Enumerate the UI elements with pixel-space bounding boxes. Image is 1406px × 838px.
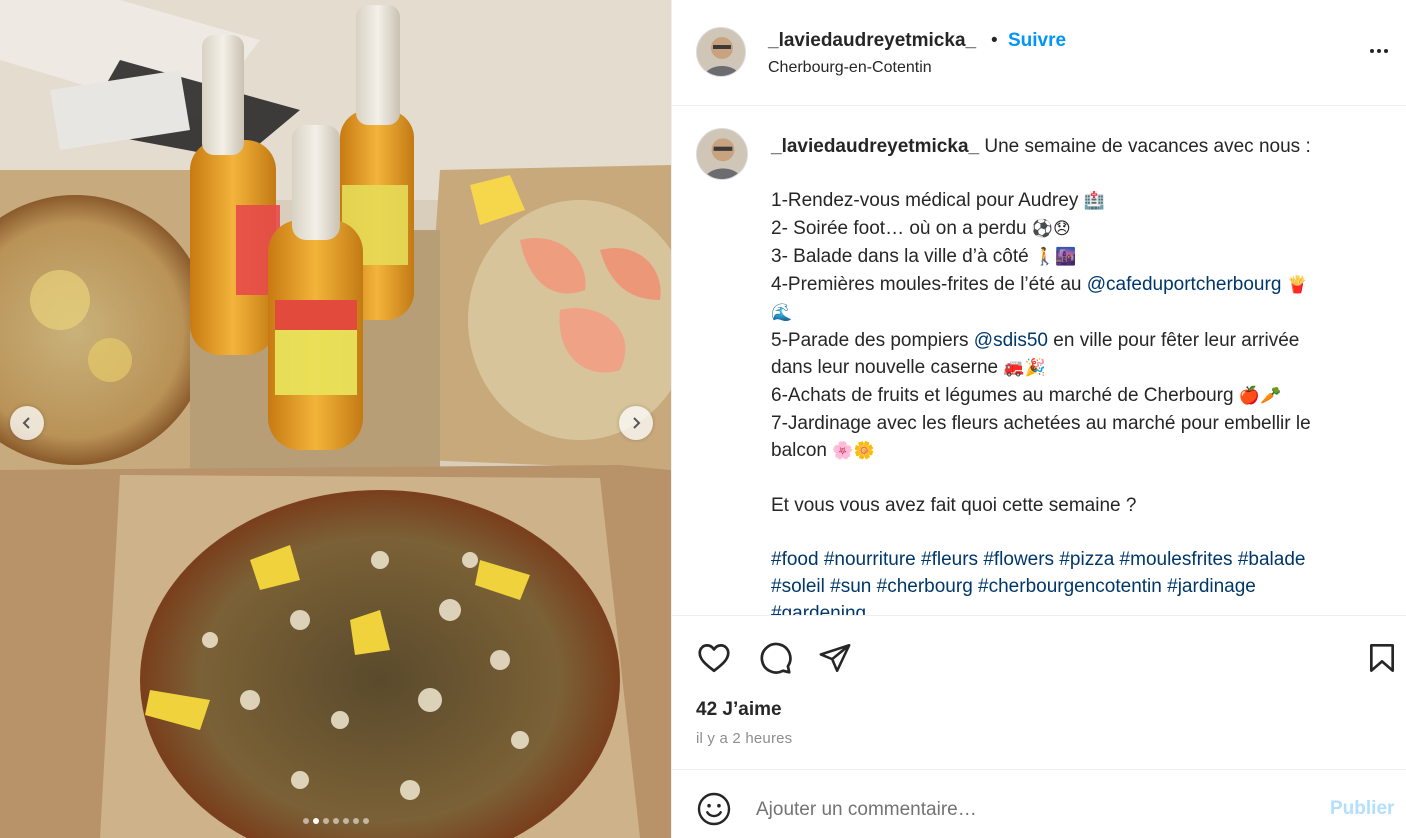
- hashtag-link[interactable]: #sun: [830, 576, 871, 597]
- carousel-dot: [342, 818, 349, 824]
- hashtag-link[interactable]: #cherbourg: [877, 576, 973, 597]
- flowers-emoji: 🌸🌼: [832, 441, 875, 461]
- caption-line-7b: balcon: [771, 440, 827, 461]
- caption-line-4: 4-Premières moules-frites de l’été au: [771, 274, 1082, 295]
- avatar-image: [697, 28, 745, 76]
- carousel-dot: [302, 818, 309, 824]
- post-location[interactable]: Cherbourg-en-Cotentin: [768, 59, 932, 77]
- emoji-picker-button[interactable]: [696, 791, 732, 827]
- comment-button[interactable]: [755, 638, 795, 678]
- hashtag-link[interactable]: #soleil: [771, 576, 825, 597]
- previous-photo-button[interactable]: [10, 406, 44, 440]
- hashtag-link[interactable]: #cherbourgencotentin: [978, 576, 1162, 597]
- follow-button[interactable]: Suivre: [1008, 30, 1066, 52]
- mention-link[interactable]: @sdis50: [974, 330, 1048, 351]
- hashtags-line-2: #soleil #sun #cherbourg #cherbourgencote…: [771, 573, 1381, 600]
- post-photo: [0, 0, 671, 838]
- carousel-dot: [332, 818, 339, 824]
- post-caption: _laviedaudreyetmicka_ Une semaine de vac…: [771, 133, 1381, 615]
- avatar-image: [697, 129, 747, 179]
- share-icon: [819, 643, 851, 673]
- hospital-emoji: 🏥: [1083, 191, 1105, 211]
- carousel-indicator: [0, 818, 671, 824]
- hashtag-link[interactable]: #fleurs: [921, 549, 978, 570]
- post-details-panel: _laviedaudreyetmicka_ • Suivre Cherbourg…: [671, 0, 1406, 838]
- caption-question: Et vous vous avez fait quoi cette semain…: [771, 495, 1137, 516]
- caption-line-7: 7-Jardinage avec les fleurs achetées au …: [771, 413, 1311, 434]
- next-photo-button[interactable]: [619, 406, 653, 440]
- post-actions: 42 J’aime il y a 2 heures: [672, 615, 1406, 770]
- hashtag-link[interactable]: #jardinage: [1167, 576, 1256, 597]
- save-button[interactable]: [1362, 638, 1402, 678]
- caption-line-5b: dans leur nouvelle caserne: [771, 357, 999, 378]
- smiley-icon: [697, 792, 731, 826]
- hashtag-link[interactable]: #pizza: [1059, 549, 1114, 570]
- author-avatar[interactable]: [696, 27, 746, 77]
- bookmark-icon: [1370, 644, 1394, 672]
- caption-line-1: 1-Rendez-vous médical pour Audrey: [771, 190, 1079, 211]
- football-sad-emoji: ⚽😞: [1031, 219, 1071, 239]
- firetruck-party-emoji: 🚒🎉: [1003, 358, 1046, 378]
- separator-dot: •: [991, 30, 998, 51]
- more-dots-icon: [1370, 49, 1374, 53]
- hashtag-link[interactable]: #flowers: [983, 549, 1054, 570]
- carousel-dot: [322, 818, 329, 824]
- heart-icon: [698, 644, 730, 673]
- wave-emoji: 🌊: [771, 303, 793, 323]
- like-button[interactable]: [694, 638, 734, 678]
- caption-line-2: 2- Soirée foot… où on a perdu: [771, 218, 1027, 239]
- caption-username[interactable]: _laviedaudreyetmicka_: [771, 136, 979, 157]
- more-options-button[interactable]: [1364, 40, 1394, 62]
- chevron-left-icon: [22, 417, 30, 429]
- post-header: _laviedaudreyetmicka_ • Suivre Cherbourg…: [672, 0, 1406, 106]
- carousel-dot-active: [312, 818, 319, 824]
- post-media[interactable]: [0, 0, 671, 838]
- walk-city-emoji: 🚶🌆: [1034, 247, 1077, 267]
- hashtag-link[interactable]: #moulesfrites: [1120, 549, 1233, 570]
- comments-section[interactable]: _laviedaudreyetmicka_ Une semaine de vac…: [672, 107, 1406, 615]
- like-count[interactable]: 42 J’aime: [696, 699, 782, 721]
- hashtags-line-1: #food #nourriture #fleurs #flowers #pizz…: [771, 546, 1381, 573]
- post-timestamp[interactable]: il y a 2 heures: [696, 730, 792, 747]
- chevron-right-icon: [633, 417, 641, 429]
- fries-emoji: 🍟: [1286, 275, 1308, 295]
- caption-line-5: 5-Parade des pompiers: [771, 330, 969, 351]
- carousel-dot: [362, 818, 369, 824]
- comment-composer: Publier: [672, 771, 1406, 838]
- hashtags-line-3: #gardening: [771, 600, 1381, 615]
- caption-line-6: 6-Achats de fruits et légumes au marché …: [771, 385, 1234, 406]
- hashtag-link[interactable]: #food: [771, 549, 819, 570]
- mention-link[interactable]: @cafeduportcherbourg: [1087, 274, 1282, 295]
- share-button[interactable]: [815, 638, 855, 678]
- comment-icon: [760, 642, 792, 674]
- publish-button[interactable]: Publier: [1330, 798, 1394, 820]
- post-viewer: _laviedaudreyetmicka_ • Suivre Cherbourg…: [0, 0, 1406, 838]
- hashtag-link[interactable]: #balade: [1238, 549, 1306, 570]
- caption-author-avatar[interactable]: [696, 128, 748, 180]
- caption-line-3: 3- Balade dans la ville d’à côté: [771, 246, 1029, 267]
- caption-intro: Une semaine de vacances avec nous :: [984, 136, 1311, 157]
- author-username[interactable]: _laviedaudreyetmicka_: [768, 30, 976, 52]
- hashtag-link[interactable]: #gardening: [771, 603, 866, 615]
- carousel-dot: [352, 818, 359, 824]
- comment-input[interactable]: [756, 793, 1276, 827]
- apple-carrot-emoji: 🍎🥕: [1238, 386, 1282, 406]
- hashtag-link[interactable]: #nourriture: [824, 549, 916, 570]
- caption-line-5-cont: en ville pour fêter leur arrivée: [1053, 330, 1300, 351]
